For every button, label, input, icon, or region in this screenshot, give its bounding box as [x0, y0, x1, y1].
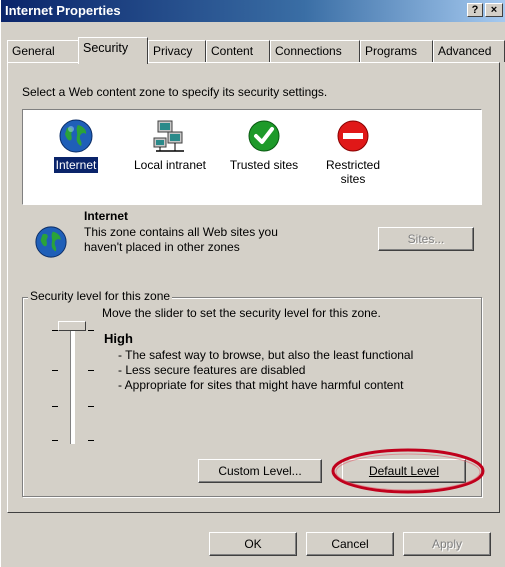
tab-content[interactable]: Content [206, 40, 270, 62]
slider-hint: Move the slider to set the security leve… [102, 306, 381, 320]
zone-description-line2: haven't placed in other zones [84, 240, 240, 254]
tab-connections[interactable]: Connections [270, 40, 360, 62]
zone-label-trusted-sites: Trusted sites [229, 158, 299, 172]
red-no-entry-icon [337, 120, 369, 152]
highlight-ellipse [331, 448, 485, 494]
window-title: Internet Properties [5, 3, 121, 18]
zone-instruction: Select a Web content zone to specify its… [22, 85, 328, 99]
internet-properties-dialog: Internet Properties ? × General Security… [0, 0, 505, 567]
green-check-icon [248, 120, 280, 152]
tab-programs[interactable]: Programs [360, 40, 433, 62]
close-button[interactable]: × [485, 3, 503, 17]
network-computers-icon [153, 120, 184, 152]
security-slider-track[interactable] [70, 325, 75, 444]
zone-label-restricted-sites: Restricted sites [325, 158, 381, 186]
title-bar[interactable]: Internet Properties ? × [1, 0, 505, 22]
level-bullet: - The safest way to browse, but also the… [118, 348, 414, 362]
security-level-group-label: Security level for this zone [28, 289, 173, 303]
zone-label-local-intranet: Local intranet [133, 158, 207, 172]
tab-security[interactable]: Security [78, 37, 148, 64]
globe-icon [59, 119, 93, 153]
security-tab-panel: Select a Web content zone to specify its… [7, 62, 500, 513]
zone-list: Internet Local intranet Trusted sites Re… [22, 109, 482, 205]
security-slider-thumb[interactable] [58, 321, 86, 331]
zone-item-trusted-sites[interactable]: Trusted sites [219, 118, 309, 173]
globe-icon [35, 226, 67, 258]
zone-name-heading: Internet [84, 209, 129, 223]
slider-tick [88, 330, 94, 331]
tab-general[interactable]: General [7, 40, 79, 62]
level-bullet: - Less secure features are disabled [118, 363, 306, 377]
zone-item-internet[interactable]: Internet [31, 118, 121, 174]
custom-level-button[interactable]: Custom Level... [198, 459, 322, 483]
slider-tick [88, 440, 94, 441]
zone-label-internet: Internet [52, 156, 100, 174]
ok-button[interactable]: OK [209, 532, 297, 556]
tab-privacy[interactable]: Privacy [148, 40, 206, 62]
slider-tick [88, 370, 94, 371]
slider-tick [52, 406, 58, 407]
zone-item-local-intranet[interactable]: Local intranet [125, 118, 215, 173]
zone-description-line1: This zone contains all Web sites you [84, 225, 278, 239]
custom-level-label: Custom Level... [218, 464, 302, 478]
slider-tick [88, 406, 94, 407]
help-button[interactable]: ? [467, 3, 483, 17]
apply-button[interactable]: Apply [403, 532, 491, 556]
security-level-name: High [104, 331, 133, 346]
sites-button[interactable]: Sites... [378, 227, 474, 251]
cancel-button[interactable]: Cancel [306, 532, 394, 556]
level-bullet: - Appropriate for sites that might have … [118, 378, 404, 392]
slider-tick [52, 370, 58, 371]
tab-advanced[interactable]: Advanced [433, 40, 505, 62]
zone-item-restricted-sites[interactable]: Restricted sites [313, 118, 393, 187]
slider-tick [52, 440, 58, 441]
